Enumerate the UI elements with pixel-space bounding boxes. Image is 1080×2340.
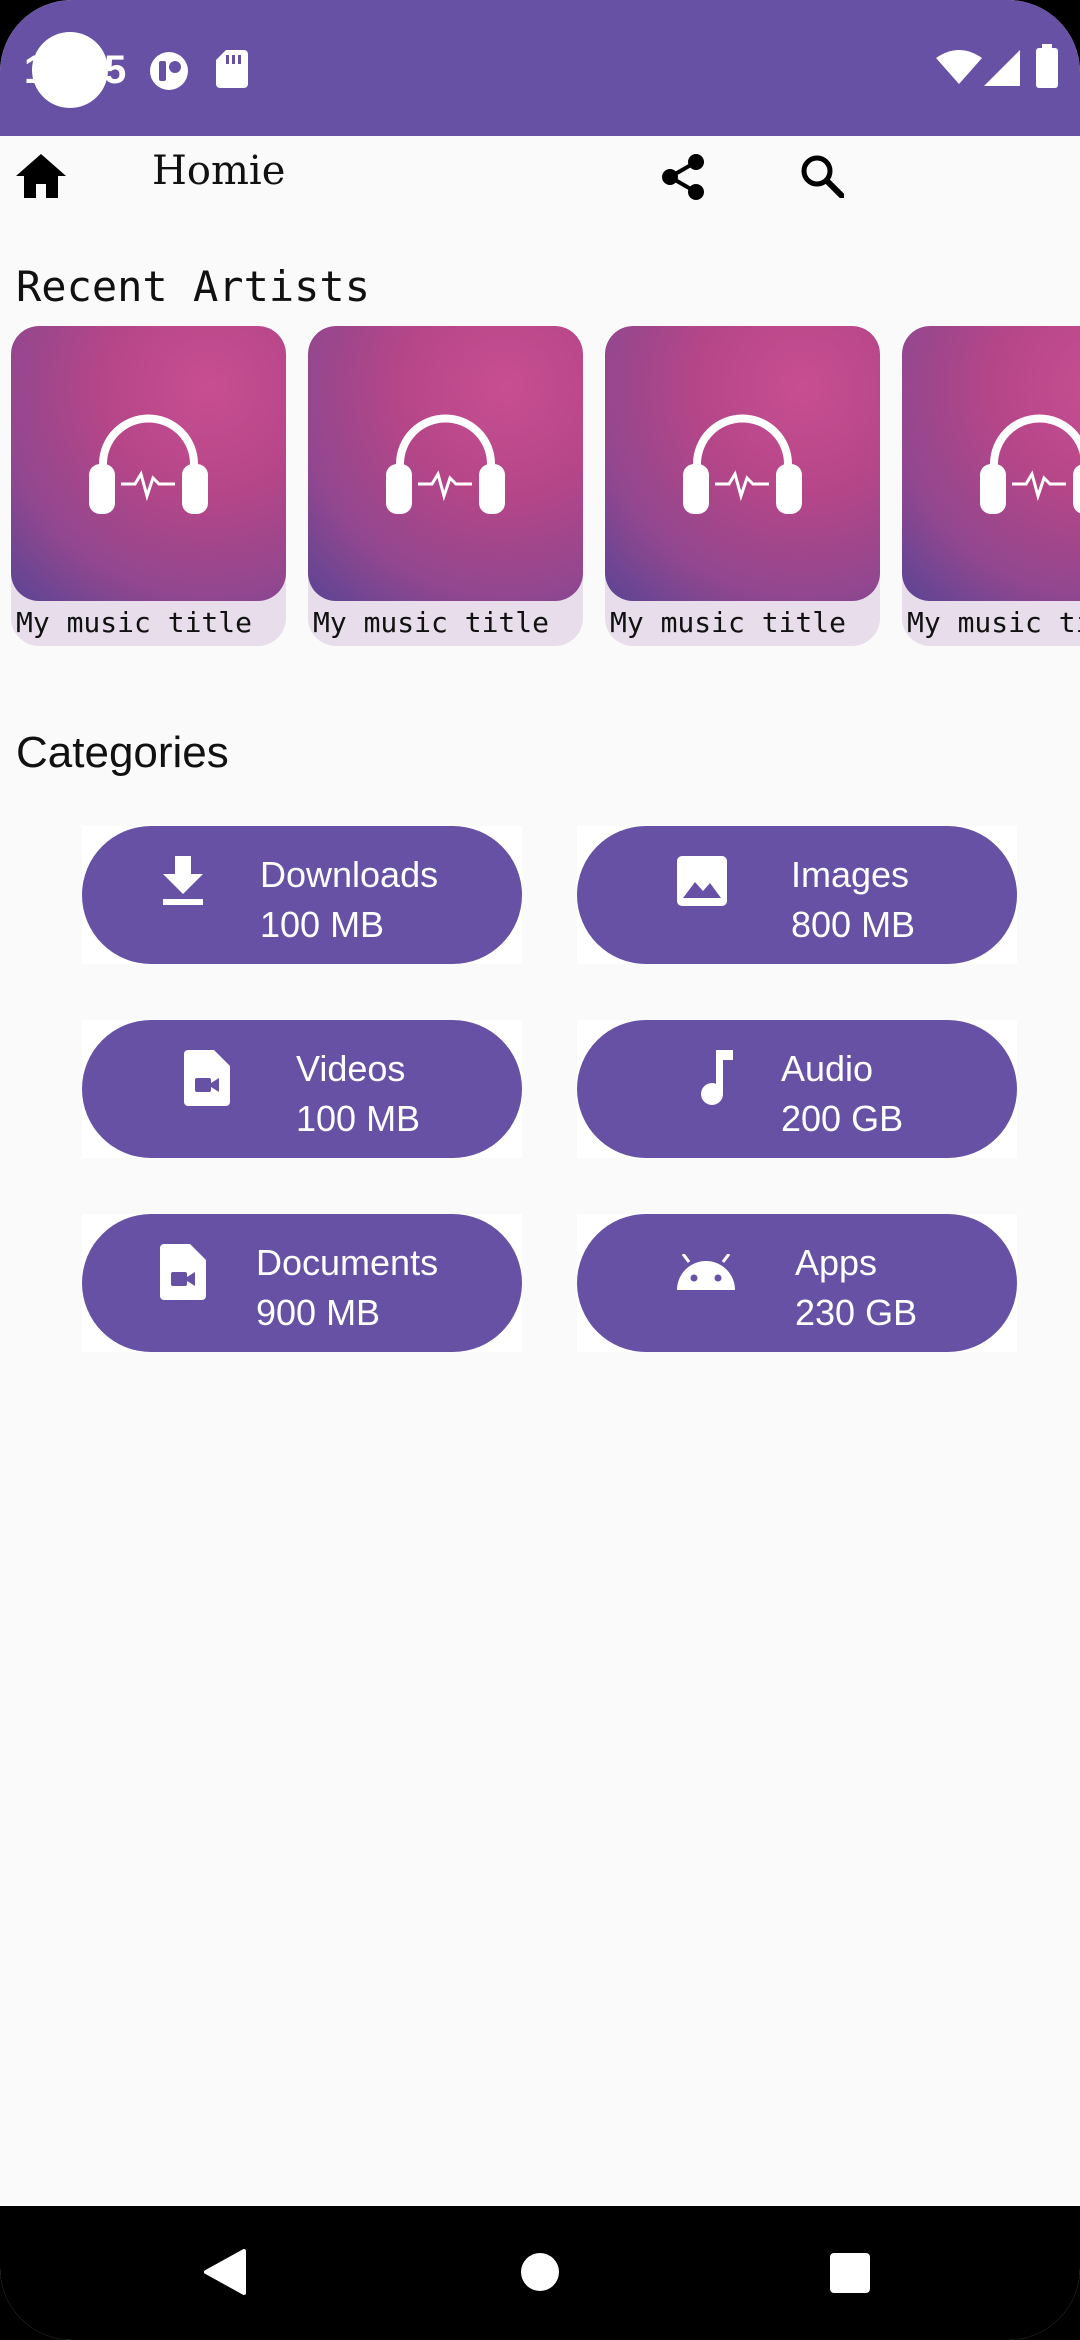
app-title: Homie — [152, 148, 286, 194]
android-icon — [677, 1254, 735, 1290]
category-images[interactable]: Images 800 MB — [577, 826, 1017, 964]
home-icon[interactable] — [16, 154, 66, 198]
category-size: 100 MB — [260, 904, 385, 945]
artist-caption: My music title — [907, 606, 1080, 639]
music-note-icon — [701, 1050, 733, 1105]
status-bar: 12:05 — [0, 0, 1080, 136]
category-apps[interactable]: Apps 230 GB — [577, 1214, 1017, 1352]
artist-artwork — [308, 326, 583, 601]
document-icon — [160, 1244, 206, 1300]
artist-artwork — [605, 326, 880, 601]
video-file-icon — [184, 1050, 230, 1106]
recent-artists-title: Recent Artists — [16, 262, 371, 311]
artist-card[interactable]: My music title — [11, 326, 286, 646]
battery-icon — [1036, 44, 1058, 88]
notification-badge-icon — [150, 52, 188, 90]
category-documents[interactable]: Documents 900 MB — [82, 1214, 522, 1352]
signal-icon — [984, 50, 1020, 86]
category-apps-button[interactable]: Apps 230 GB — [577, 1214, 1017, 1352]
headphones-icon — [89, 414, 208, 514]
sd-card-icon — [216, 50, 248, 88]
category-audio[interactable]: Audio 200 GB — [577, 1020, 1017, 1158]
category-size: 800 MB — [791, 904, 916, 945]
category-label: Images — [791, 854, 910, 895]
app-bar: Homie — [0, 136, 1080, 220]
category-label: Audio — [781, 1048, 874, 1089]
category-label: Documents — [256, 1242, 439, 1283]
category-size: 230 GB — [795, 1292, 918, 1333]
category-videos-button[interactable]: Videos 100 MB — [82, 1020, 522, 1158]
system-nav-bar — [0, 2206, 1080, 2340]
share-icon[interactable] — [660, 153, 706, 201]
search-icon[interactable] — [800, 154, 844, 198]
artist-caption: My music title — [313, 606, 550, 639]
category-label: Apps — [795, 1242, 878, 1283]
wifi-icon — [936, 50, 982, 84]
artist-artwork — [11, 326, 286, 601]
artist-card[interactable]: My music title — [605, 326, 880, 646]
artist-card[interactable]: My music title — [902, 326, 1080, 646]
image-icon — [677, 856, 727, 906]
category-images-button[interactable]: Images 800 MB — [577, 826, 1017, 964]
camera-cutout — [32, 32, 108, 108]
category-label: Videos — [296, 1048, 406, 1089]
recents-icon[interactable] — [830, 2253, 870, 2293]
category-size: 900 MB — [256, 1292, 381, 1333]
app-screen: 12:05 Homie — [0, 0, 1080, 2340]
category-size: 100 MB — [296, 1098, 421, 1139]
category-downloads-button[interactable]: Downloads 100 MB — [82, 826, 522, 964]
category-label: Downloads — [260, 854, 439, 895]
artist-card[interactable]: My music title — [308, 326, 583, 646]
artist-caption: My music title — [610, 606, 847, 639]
category-documents-button[interactable]: Documents 900 MB — [82, 1214, 522, 1352]
headphones-icon — [980, 414, 1080, 514]
download-icon — [163, 856, 203, 905]
categories-title: Categories — [16, 728, 229, 777]
home-circle-icon[interactable] — [520, 2252, 560, 2292]
category-audio-button[interactable]: Audio 200 GB — [577, 1020, 1017, 1158]
artist-artwork — [902, 326, 1080, 601]
headphones-icon — [386, 414, 505, 514]
category-downloads[interactable]: Downloads 100 MB — [82, 826, 522, 964]
headphones-icon — [683, 414, 802, 514]
back-icon[interactable] — [204, 2249, 246, 2295]
category-videos[interactable]: Videos 100 MB — [82, 1020, 522, 1158]
artist-caption: My music title — [16, 606, 253, 639]
recent-artists-row[interactable]: My music title My music title My music t… — [0, 326, 1080, 646]
category-size: 200 GB — [781, 1098, 904, 1139]
